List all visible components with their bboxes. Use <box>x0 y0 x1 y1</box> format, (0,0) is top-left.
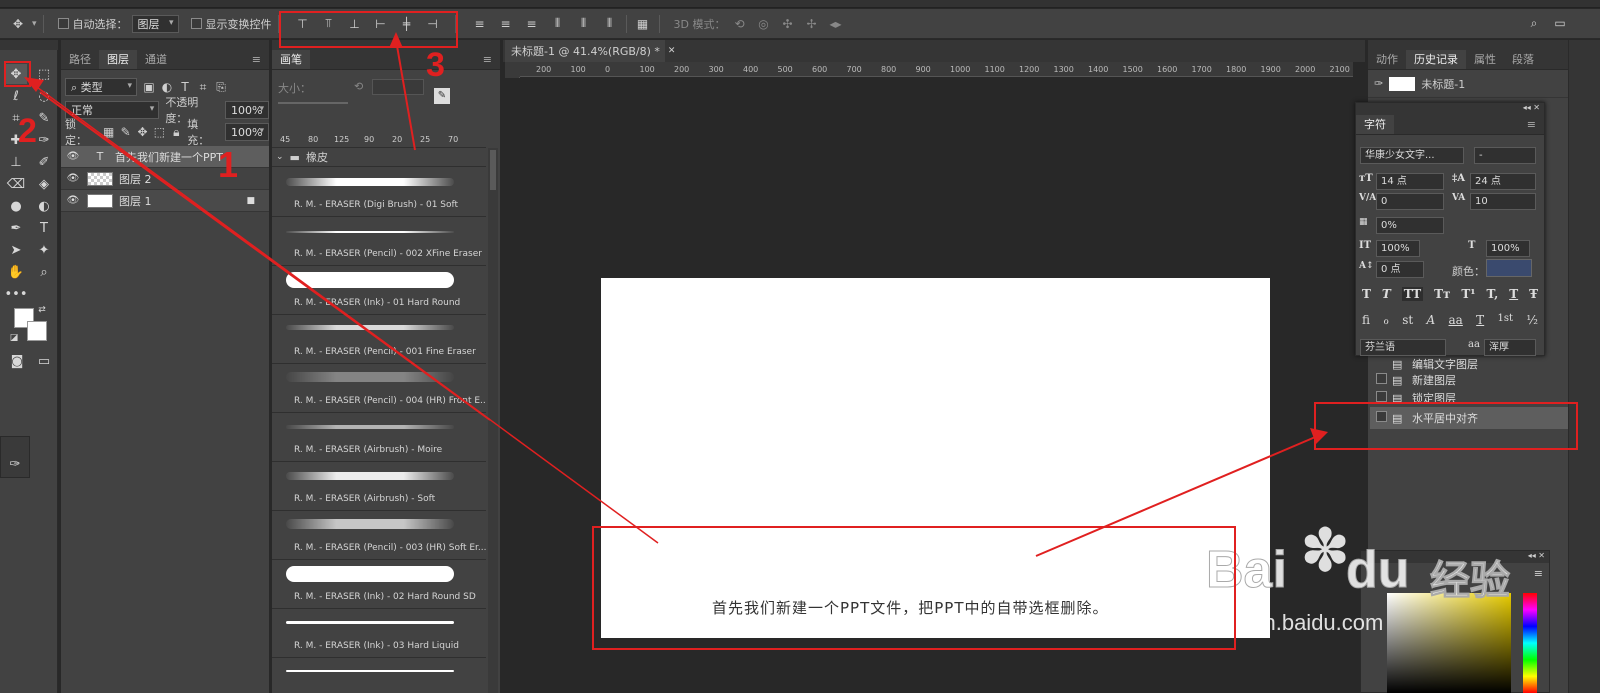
highlight-history-item <box>1314 402 1578 450</box>
arrow-line-4 <box>1035 434 1321 557</box>
highlight-move-tool <box>4 61 31 87</box>
annotation-marker-2: 2 <box>18 112 37 150</box>
arrowhead-3 <box>389 32 403 48</box>
arrow-line-1b <box>39 91 491 421</box>
annotation-marker-3: 3 <box>426 46 445 84</box>
annotation-overlay <box>4 11 1578 650</box>
arrowhead-4 <box>1310 428 1328 444</box>
annotation-marker-1: 1 <box>218 144 239 185</box>
arrow-line-3 <box>395 39 416 151</box>
highlight-align-buttons <box>279 11 458 48</box>
highlight-canvas-text <box>592 526 1236 650</box>
